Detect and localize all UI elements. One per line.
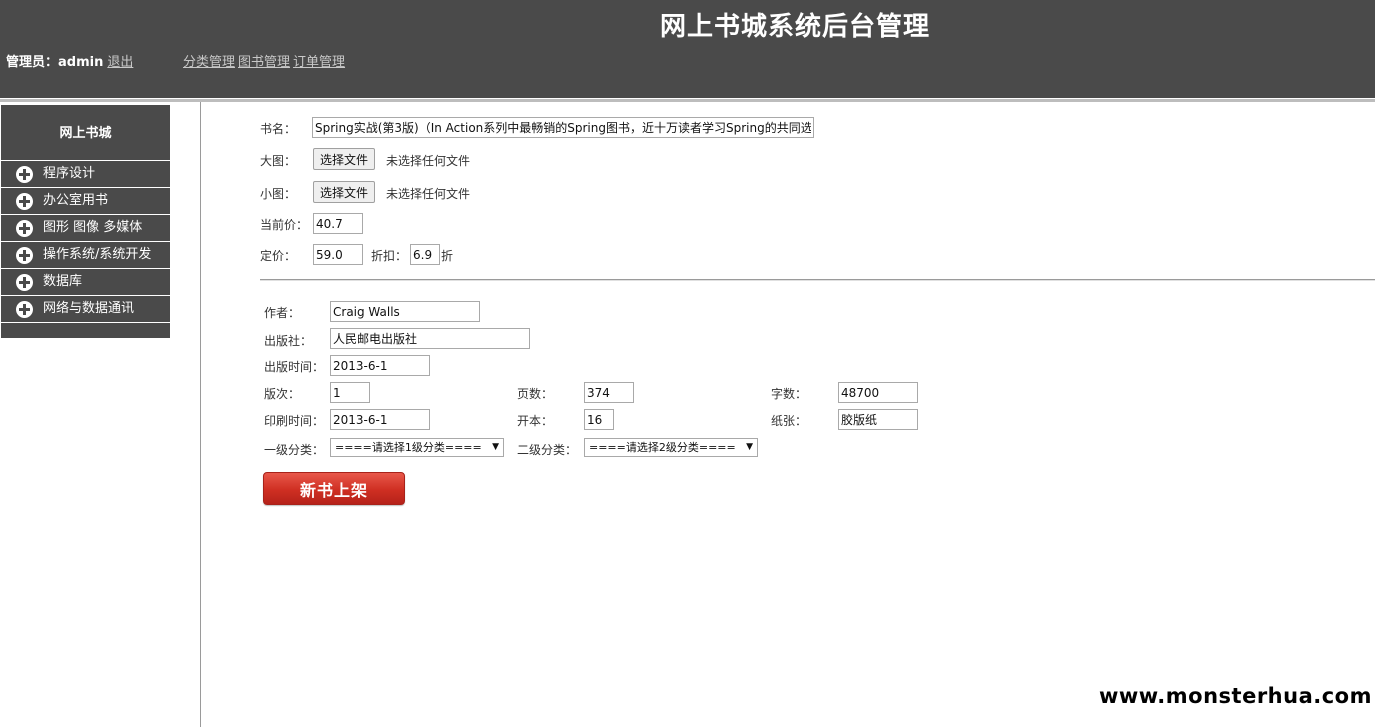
sidebar-title: 网上书城 xyxy=(1,105,170,161)
top-nav: 分类管理 图书管理 订单管理 xyxy=(183,51,348,70)
book-name-input[interactable] xyxy=(312,117,814,138)
form-divider xyxy=(260,279,1375,281)
logout-link[interactable]: 退出 xyxy=(107,55,133,70)
nav-book-manage[interactable]: 图书管理 xyxy=(238,55,290,70)
author-input[interactable] xyxy=(330,301,480,322)
sidebar-item-label: 网络与数据通讯 xyxy=(43,301,135,316)
category1-selected: ====请选择1级分类==== xyxy=(335,441,482,454)
category2-label: 二级分类： xyxy=(517,443,578,457)
large-image-label: 大图： xyxy=(260,154,297,168)
category-sidebar: 网上书城 程序设计 办公室用书 图形 图像 多媒体 操作系统/系统开发 数据库 … xyxy=(1,105,170,338)
author-label: 作者： xyxy=(264,306,301,320)
list-price-label: 定价： xyxy=(260,249,297,263)
header-bar: 网上书城系统后台管理 管理员：admin 退出 分类管理 图书管理 订单管理 xyxy=(0,0,1375,98)
sidebar-item-database[interactable]: 数据库 xyxy=(1,269,170,296)
sidebar-item-os[interactable]: 操作系统/系统开发 xyxy=(1,242,170,269)
sidebar-item-label: 操作系统/系统开发 xyxy=(43,247,152,262)
sidebar-item-label: 程序设计 xyxy=(43,166,96,181)
category1-label: 一级分类： xyxy=(264,443,325,457)
admin-info: 管理员：admin 退出 xyxy=(6,51,133,70)
small-image-status: 未选择任何文件 xyxy=(386,187,471,201)
edition-input[interactable] xyxy=(330,382,370,403)
publish-date-label: 出版时间： xyxy=(264,360,325,374)
publish-date-input[interactable] xyxy=(330,355,430,376)
words-label: 字数： xyxy=(771,387,808,401)
list-price-input[interactable] xyxy=(313,244,363,265)
category1-select[interactable]: ====请选择1级分类==== ▼ xyxy=(330,438,504,457)
dropdown-arrow-icon: ▼ xyxy=(492,442,499,452)
format-input[interactable] xyxy=(584,409,614,430)
print-date-input[interactable] xyxy=(330,409,430,430)
small-image-choose-button[interactable]: 选择文件 xyxy=(313,181,376,203)
format-label: 开本： xyxy=(517,414,554,428)
publisher-input[interactable] xyxy=(330,328,530,349)
dropdown-arrow-icon: ▼ xyxy=(746,442,753,452)
print-date-label: 印刷时间： xyxy=(264,414,325,428)
category2-select[interactable]: ====请选择2级分类==== ▼ xyxy=(584,438,758,457)
large-image-status: 未选择任何文件 xyxy=(386,154,471,168)
pages-label: 页数： xyxy=(517,387,554,401)
sidebar-divider xyxy=(200,102,201,727)
add-new-book-button[interactable]: 新书上架 xyxy=(263,472,405,505)
sidebar-item-network[interactable]: 网络与数据通讯 xyxy=(1,296,170,323)
discount-label: 折扣： xyxy=(371,249,408,263)
plus-circle-icon xyxy=(16,165,33,183)
watermark: www.monsterhua.com xyxy=(1098,684,1372,708)
admin-label: 管理员：admin xyxy=(6,55,104,70)
nav-order-manage[interactable]: 订单管理 xyxy=(293,55,345,70)
header-divider xyxy=(0,98,1375,102)
paper-label: 纸张： xyxy=(771,414,808,428)
plus-circle-icon xyxy=(16,246,33,264)
words-input[interactable] xyxy=(838,382,918,403)
current-price-label: 当前价： xyxy=(260,218,309,232)
publisher-label: 出版社： xyxy=(264,334,313,348)
current-price-input[interactable] xyxy=(313,213,363,234)
plus-circle-icon xyxy=(16,219,33,237)
sidebar-item-office[interactable]: 办公室用书 xyxy=(1,188,170,215)
edition-label: 版次： xyxy=(264,387,301,401)
site-title: 网上书城系统后台管理 xyxy=(659,12,930,42)
sidebar-item-programming[interactable]: 程序设计 xyxy=(1,161,170,188)
sidebar-item-label: 图形 图像 多媒体 xyxy=(43,220,143,235)
plus-circle-icon xyxy=(16,300,33,318)
nav-category-manage[interactable]: 分类管理 xyxy=(183,55,235,70)
sidebar-item-label: 办公室用书 xyxy=(43,193,109,208)
pages-input[interactable] xyxy=(584,382,634,403)
small-image-label: 小图： xyxy=(260,187,297,201)
category2-selected: ====请选择2级分类==== xyxy=(589,441,736,454)
plus-circle-icon xyxy=(16,192,33,210)
large-image-choose-button[interactable]: 选择文件 xyxy=(313,148,376,170)
book-name-label: 书名： xyxy=(260,122,297,136)
paper-input[interactable] xyxy=(838,409,918,430)
sidebar-item-label: 数据库 xyxy=(43,274,83,289)
discount-input[interactable] xyxy=(410,244,440,265)
plus-circle-icon xyxy=(16,273,33,291)
sidebar-item-graphics[interactable]: 图形 图像 多媒体 xyxy=(1,215,170,242)
discount-unit: 折 xyxy=(441,249,454,263)
